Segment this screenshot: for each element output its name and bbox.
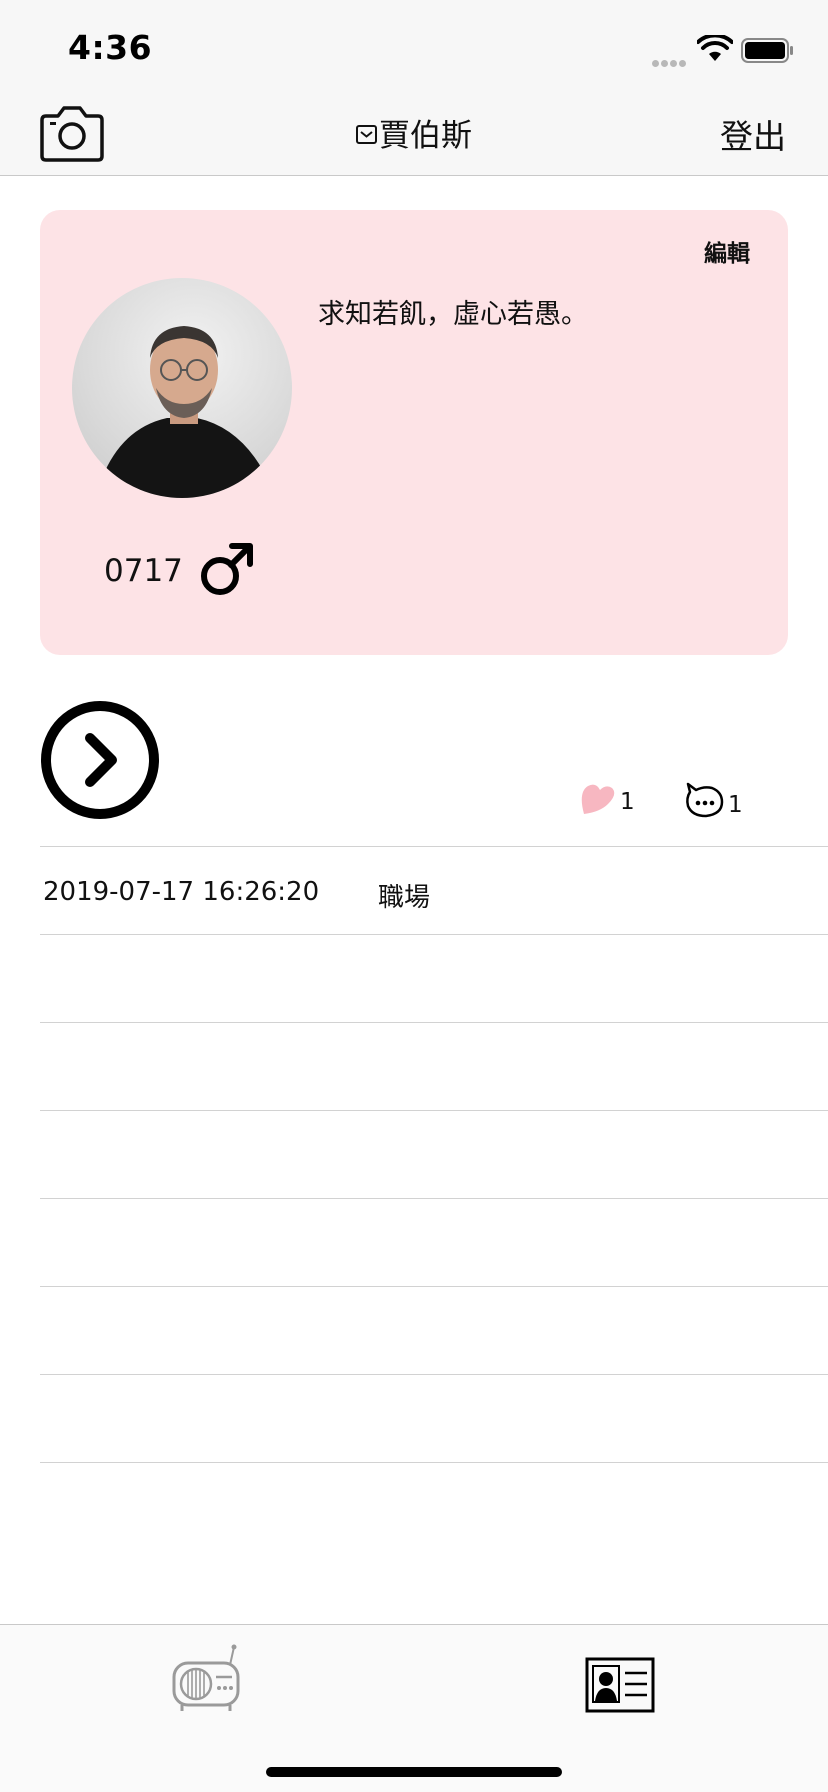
profile-birthday: 0717 — [104, 553, 183, 589]
next-arrow-button[interactable] — [40, 700, 160, 820]
profile-card: 編輯 求知若飢，虛心若愚。 0717 — [40, 210, 788, 655]
wifi-icon — [697, 35, 733, 61]
list-item[interactable]: 2019-07-17 16:26:20 職場 — [40, 846, 828, 934]
profile-motto: 求知若飢，虛心若愚。 — [318, 299, 588, 330]
post-list: 2019-07-17 16:26:20 職場 — [40, 846, 828, 1550]
edit-button[interactable]: 編輯 — [704, 234, 750, 268]
avatar-portrait — [97, 326, 272, 498]
like-count: 1 — [620, 789, 635, 815]
list-item[interactable] — [40, 1374, 828, 1462]
comment-counter[interactable]: 1 — [684, 780, 754, 822]
navigation-bar: 賈伯斯 登出 — [0, 90, 828, 176]
comment-bubble-icon[interactable] — [684, 780, 724, 820]
status-time: 4:36 — [68, 28, 153, 67]
comment-count: 1 — [728, 792, 743, 818]
list-item-category: 職場 — [378, 883, 431, 913]
home-indicator — [266, 1767, 562, 1777]
cellular-signal-icon — [652, 52, 692, 67]
battery-icon — [741, 38, 793, 63]
radio-icon[interactable] — [170, 1643, 242, 1715]
page-title: 賈伯斯 — [0, 110, 828, 155]
like-counter[interactable]: 1 — [578, 782, 658, 822]
profile-card-icon[interactable] — [585, 1657, 655, 1713]
page-title-text: 賈伯斯 — [379, 118, 472, 154]
logout-button[interactable]: 登出 — [720, 110, 786, 158]
list-item[interactable] — [40, 934, 828, 1022]
status-bar: 4:36 — [0, 0, 828, 90]
heart-icon[interactable] — [578, 782, 616, 818]
tab-bar — [0, 1624, 828, 1792]
list-item-date: 2019-07-17 16:26:20 — [43, 877, 320, 907]
avatar[interactable] — [72, 278, 292, 498]
list-item[interactable] — [40, 1022, 828, 1110]
list-item[interactable] — [40, 1286, 828, 1374]
mail-icon — [356, 125, 377, 144]
list-item[interactable] — [40, 1462, 828, 1550]
male-symbol-icon — [201, 543, 253, 595]
list-item[interactable] — [40, 1110, 828, 1198]
list-item[interactable] — [40, 1198, 828, 1286]
